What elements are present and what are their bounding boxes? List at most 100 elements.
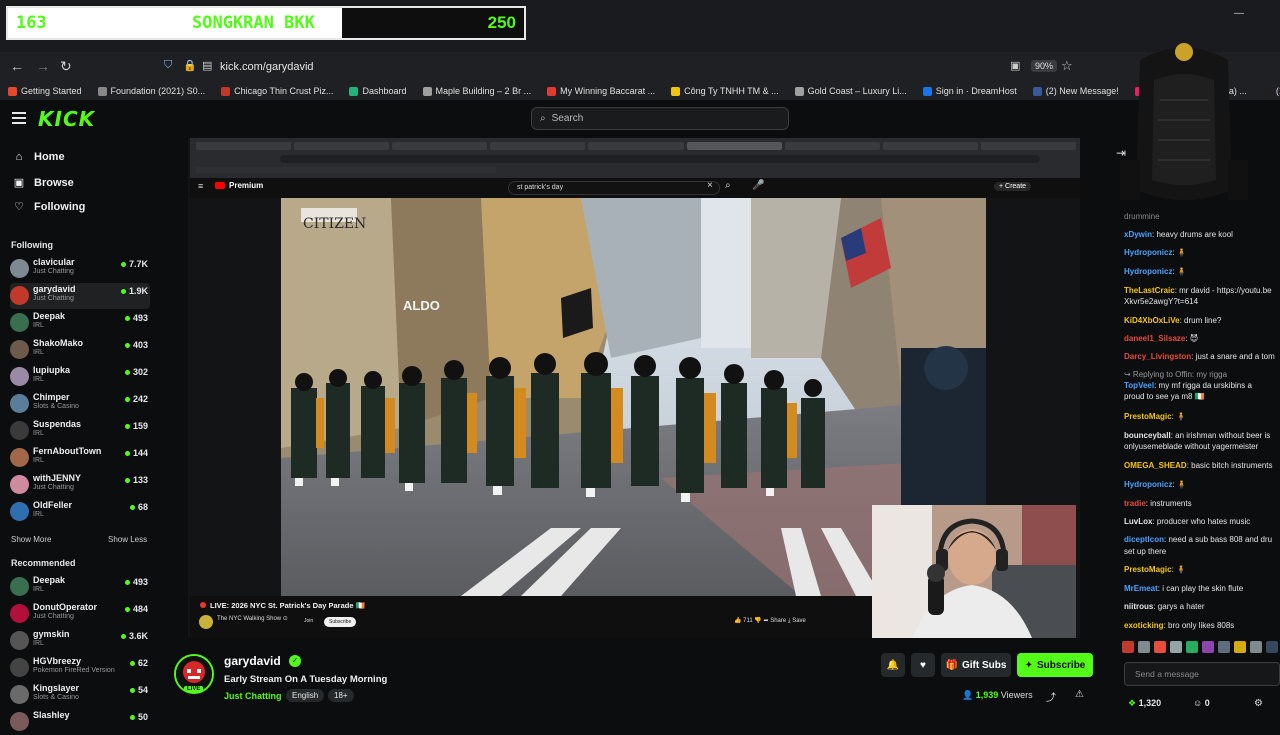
tag-english[interactable]: English — [286, 689, 325, 702]
menu-icon[interactable] — [12, 112, 26, 124]
chat-settings-icon[interactable]: ⚙ — [1254, 698, 1263, 709]
chat-username[interactable]: xDywin — [1124, 230, 1152, 239]
chat-text: mr david - https://youtu.be — [1179, 286, 1272, 295]
sidebar-channel-shakomako[interactable]: ShakoMako IRL 403 — [10, 337, 150, 363]
sidebar-channel-slashley[interactable]: Slashley 50 — [10, 709, 150, 735]
chat-username[interactable]: daneel1_Silsaze — [1124, 334, 1185, 343]
shield-icon[interactable]: ⛉ — [164, 59, 172, 72]
sidebar-channel-suspendas[interactable]: Suspendas IRL 159 — [10, 418, 150, 444]
back-icon[interactable]: ← — [10, 58, 24, 74]
channel-viewers: 1.9K — [121, 286, 148, 296]
search-input[interactable]: ⌕ Search — [531, 107, 789, 130]
bookmark-item[interactable]: Gold Coast – Luxury Li... — [794, 86, 907, 96]
channel-avatar — [10, 631, 29, 650]
sidebar-channel-chimper[interactable]: Chimper Slots & Casino 242 — [10, 391, 150, 417]
chat-message: diceptlcon: need a sub bass 808 and dru — [1124, 535, 1273, 544]
channel-points[interactable]: ❖ 1,320 — [1128, 698, 1161, 709]
sidebar-channel-deepak[interactable]: Deepak IRL 493 — [10, 574, 150, 600]
bookmark-item[interactable]: (1) N — [1262, 86, 1280, 96]
chat-username[interactable]: bounceyball — [1124, 431, 1171, 440]
chat-username[interactable]: tradie — [1124, 499, 1146, 508]
chat-message: set up there — [1124, 546, 1280, 557]
nav-home[interactable]: ⌂ Home — [12, 151, 65, 163]
bookmark-label: Foundation (2021) S0... — [110, 86, 206, 96]
notification-bell-button[interactable]: 🔔 — [881, 653, 905, 677]
sidebar-channel-gymskin[interactable]: gymskin IRL 3.6K — [10, 628, 150, 654]
chat-message: onlyusemeblade without yagermeister — [1124, 441, 1280, 452]
forward-icon[interactable]: → — [36, 58, 50, 74]
chat-username[interactable]: TopVeel — [1124, 381, 1154, 390]
chat-username[interactable]: Hydroponicz — [1124, 480, 1172, 489]
lock-icon[interactable]: 🔒 — [183, 59, 197, 72]
gift-subs-button[interactable]: 🎁 Gift Subs — [941, 653, 1011, 677]
tag-18plus[interactable]: 18+ — [328, 689, 354, 702]
zoom-level[interactable]: 90% — [1031, 60, 1058, 72]
chat-username[interactable]: diceptlcon — [1124, 535, 1164, 544]
chat-username[interactable]: TheLastCraic — [1124, 286, 1175, 295]
chat-username[interactable]: OMEGA_SHEAD — [1124, 461, 1187, 470]
chat-message-input[interactable]: Send a message — [1124, 662, 1280, 686]
stream-category[interactable]: Just Chatting — [224, 691, 282, 701]
nav-following[interactable]: ♡ Following — [12, 200, 85, 214]
chat-username[interactable]: Hydroponicz — [1124, 248, 1172, 257]
heart-icon: ♡ — [14, 201, 24, 213]
channel-avatar — [10, 475, 29, 494]
channel-name: lupiupka — [33, 365, 71, 375]
share-icon[interactable]: ⤴ — [1046, 689, 1056, 704]
chat-message: Darcy_Livingston: just a snare and a tom — [1124, 352, 1275, 361]
bookmark-item[interactable]: My Winning Baccarat ... — [547, 86, 655, 96]
channel-name: OldFeller — [33, 500, 73, 510]
channel-avatar — [10, 712, 29, 731]
show-more-button[interactable]: Show More — [11, 535, 51, 544]
chat-username[interactable]: PrestoMagic — [1124, 565, 1172, 574]
sidebar-channel-garydavid[interactable]: garydavid Just Chatting 1.9K — [10, 283, 150, 309]
sidebar-channel-oldfeller[interactable]: OldFeller IRL 68 — [10, 499, 150, 525]
follow-button[interactable]: ♥ — [911, 653, 935, 677]
bookmark-item[interactable]: Maple Building – 2 Br ... — [422, 86, 531, 96]
search-placeholder: Search — [551, 113, 584, 124]
sidebar-channel-deepak[interactable]: Deepak IRL 493 — [10, 310, 150, 336]
bookmark-item[interactable]: Sign in · DreamHost — [922, 86, 1017, 96]
url-field[interactable]: ⛉ 🔒 ▤ kick.com/garydavid — [156, 56, 1096, 78]
live-badge: LIVE — [184, 686, 204, 692]
sidebar-channel-lupiupka[interactable]: lupiupka IRL 302 — [10, 364, 150, 390]
channel-avatar — [10, 367, 29, 386]
kick-logo[interactable]: KICK — [38, 107, 95, 131]
channel-name: Suspendas — [33, 419, 82, 429]
star-icon[interactable]: ☆ — [1061, 58, 1073, 74]
chat-username[interactable]: Hydroponicz — [1124, 267, 1172, 276]
reader-icon[interactable]: ▣ — [1010, 59, 1020, 72]
sidebar-channel-fernabouttown[interactable]: FernAboutTown IRL 144 — [10, 445, 150, 471]
bookmark-item[interactable]: Công Ty TNHH TM & ... — [671, 86, 779, 96]
channel-category: IRL — [33, 349, 44, 356]
chat-username[interactable]: LuvLox — [1124, 517, 1152, 526]
bookmark-item[interactable]: Dashboard — [349, 86, 407, 96]
home-icon: ⌂ — [15, 151, 23, 163]
url-text[interactable]: kick.com/garydavid — [220, 61, 314, 73]
sidebar-channel-donutoperator[interactable]: DonutOperator Just Chatting 484 — [10, 601, 150, 627]
sidebar-channel-hgvbreezy[interactable]: HGVbreezy Pokemon FireRed Version 62 — [10, 655, 150, 681]
bookmark-item[interactable]: Foundation (2021) S0... — [97, 86, 206, 96]
report-icon[interactable]: ⚠ — [1075, 689, 1084, 700]
chat-username[interactable]: exoticking — [1124, 621, 1164, 630]
chat-panel — [1110, 138, 1280, 720]
show-less-button[interactable]: Show Less — [108, 535, 147, 544]
sidebar-channel-clavicular[interactable]: clavicular Just Chatting 7.7K — [10, 256, 150, 282]
sidebar-channel-kingslayer[interactable]: Kingslayer Slots & Casino 54 — [10, 682, 150, 708]
channel-avatar — [10, 340, 29, 359]
chat-username[interactable]: KiD4XbOxLiVe — [1124, 316, 1180, 325]
sidebar-channel-withjenny[interactable]: withJENNY Just Chatting 133 — [10, 472, 150, 498]
streamer-name[interactable]: garydavid — [224, 654, 281, 668]
chat-username[interactable]: MrEmeat — [1124, 584, 1158, 593]
channel-category: Just Chatting — [33, 613, 74, 620]
bookmark-item[interactable]: Chicago Thin Crust Piz... — [221, 86, 333, 96]
bookmark-item[interactable]: (2) New Message! — [1032, 86, 1119, 96]
minimize-icon[interactable]: — — [1234, 8, 1244, 19]
chat-username[interactable]: Darcy_Livingston — [1124, 352, 1191, 361]
chat-username[interactable]: niitrous — [1124, 602, 1153, 611]
bookmark-item[interactable]: Getting Started — [8, 86, 82, 96]
subscribe-button[interactable]: ✦ Subscribe — [1017, 653, 1093, 677]
chat-username[interactable]: PrestoMagic — [1124, 412, 1172, 421]
reload-icon[interactable]: ↻ — [60, 58, 72, 75]
nav-browse[interactable]: ▣ Browse — [12, 176, 74, 190]
